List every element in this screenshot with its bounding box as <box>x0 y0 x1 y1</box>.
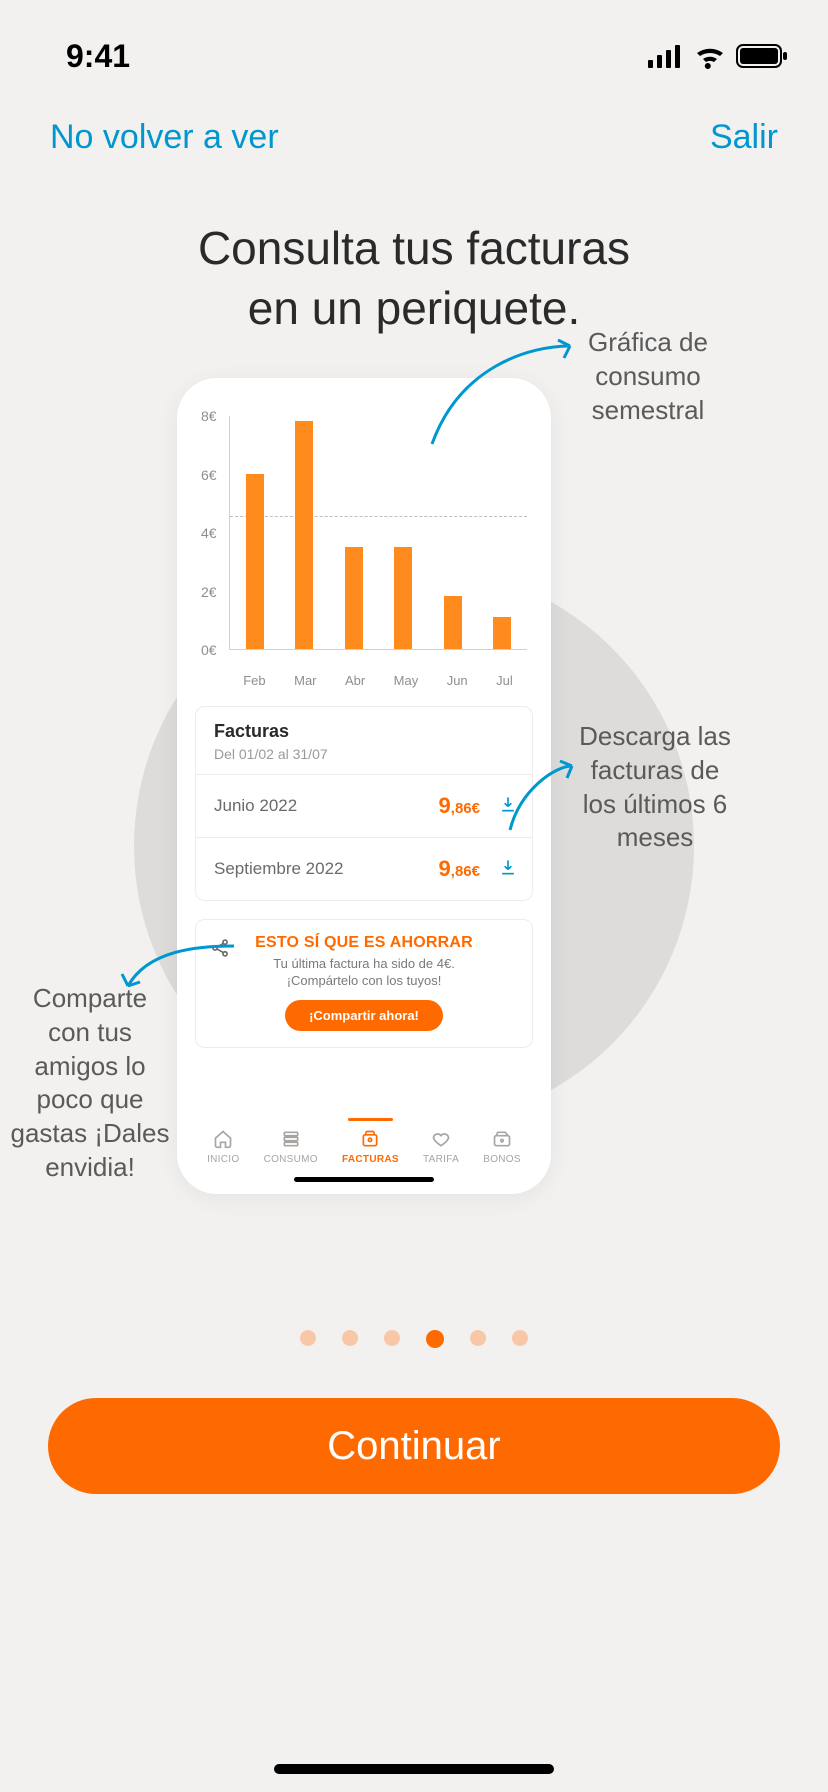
arrow-chart <box>420 336 580 456</box>
invoice-month: Junio 2022 <box>214 796 297 816</box>
annotation-chart: Gráfica de consumo semestral <box>578 326 718 427</box>
chart-bar <box>246 474 264 650</box>
chart-x-label: Jul <box>496 673 513 688</box>
share-subtitle: Tu última factura ha sido de 4€. ¡Compár… <box>214 956 514 990</box>
tab-inicio[interactable]: INICIO <box>207 1128 239 1165</box>
heart-icon <box>427 1128 455 1150</box>
chart-bar <box>295 421 313 649</box>
invoice-row[interactable]: Septiembre 2022 9,86€ <box>196 838 532 900</box>
arrow-share <box>118 940 238 1000</box>
status-bar: 9:41 <box>0 0 828 88</box>
status-indicators <box>648 43 788 69</box>
chart-x-label: Jun <box>447 673 468 688</box>
title-line-2: en un periquete. <box>248 282 581 334</box>
stack-icon <box>277 1128 305 1150</box>
chart-y-tick: 6€ <box>201 467 217 483</box>
battery-icon <box>736 43 788 69</box>
pagination-dot[interactable] <box>426 1330 444 1348</box>
os-home-indicator <box>274 1764 554 1774</box>
invoice-row[interactable]: Junio 2022 9,86€ <box>196 775 532 838</box>
chart-bar <box>444 596 462 649</box>
chart-x-label: May <box>394 673 419 688</box>
status-time: 9:41 <box>66 38 130 75</box>
pagination-dots <box>0 1330 828 1348</box>
chart-y-tick: 2€ <box>201 584 217 600</box>
invoices-card: Facturas Del 01/02 al 31/07 Junio 2022 9,… <box>195 706 533 901</box>
home-icon <box>209 1128 237 1150</box>
pagination-dot[interactable] <box>384 1330 400 1346</box>
inner-tabbar: INICIO CONSUMO FACTURAS TARIFA BONOS <box>195 1118 533 1165</box>
download-icon[interactable] <box>498 857 518 882</box>
tab-facturas[interactable]: FACTURAS <box>342 1128 399 1165</box>
chart-x-label: Mar <box>294 673 316 688</box>
chart-x-label: Abr <box>345 673 365 688</box>
pagination-dot[interactable] <box>512 1330 528 1346</box>
chart-bar <box>493 617 511 649</box>
invoice-icon <box>356 1128 384 1150</box>
invoices-subtitle: Del 01/02 al 31/07 <box>214 746 514 762</box>
phone-mock: 0€ 2€ 4€ 6€ 8€ Feb Mar Abr May Jun Jul Facturas D… <box>177 378 551 1194</box>
invoice-month: Septiembre 2022 <box>214 859 343 879</box>
share-card: ESTO SÍ QUE ES AHORRAR Tu última factura… <box>195 919 533 1048</box>
chart-bar <box>345 547 363 649</box>
page-title: Consulta tus facturas en un periquete. <box>0 157 828 339</box>
tab-consumo[interactable]: CONSUMO <box>264 1128 318 1165</box>
annotation-download: Descarga las facturas de los últimos 6 m… <box>575 720 735 855</box>
invoices-title: Facturas <box>214 721 514 742</box>
pagination-dot[interactable] <box>470 1330 486 1346</box>
invoices-header: Facturas Del 01/02 al 31/07 <box>196 707 532 775</box>
chart-bar <box>394 547 412 649</box>
chart-y-tick: 0€ <box>201 642 217 658</box>
chart-y-tick: 4€ <box>201 525 217 541</box>
wallet-icon <box>488 1128 516 1150</box>
chart-x-labels: Feb Mar Abr May Jun Jul <box>229 673 527 688</box>
dont-show-again-link[interactable]: No volver a ver <box>50 118 279 157</box>
pagination-dot[interactable] <box>300 1330 316 1346</box>
share-title: ESTO SÍ QUE ES AHORRAR <box>214 934 514 952</box>
wifi-icon <box>694 43 726 69</box>
tab-bonos[interactable]: BONOS <box>483 1128 521 1165</box>
share-now-button[interactable]: ¡Compartir ahora! <box>285 1000 443 1031</box>
invoice-amount: 9,86€ <box>439 856 480 882</box>
chart-x-label: Feb <box>243 673 265 688</box>
arrow-download <box>500 760 580 840</box>
title-line-1: Consulta tus facturas <box>198 222 630 274</box>
tab-tarifa[interactable]: TARIFA <box>423 1128 459 1165</box>
invoice-amount: 9,86€ <box>439 793 480 819</box>
exit-link[interactable]: Salir <box>710 118 778 157</box>
inner-home-indicator <box>294 1177 434 1182</box>
chart-y-tick: 8€ <box>201 408 217 424</box>
continue-button[interactable]: Continuar <box>48 1398 780 1494</box>
pagination-dot[interactable] <box>342 1330 358 1346</box>
cellular-icon <box>648 43 684 69</box>
annotation-share: Comparte con tus amigos lo poco que gast… <box>10 982 170 1185</box>
header-links: No volver a ver Salir <box>0 88 828 157</box>
